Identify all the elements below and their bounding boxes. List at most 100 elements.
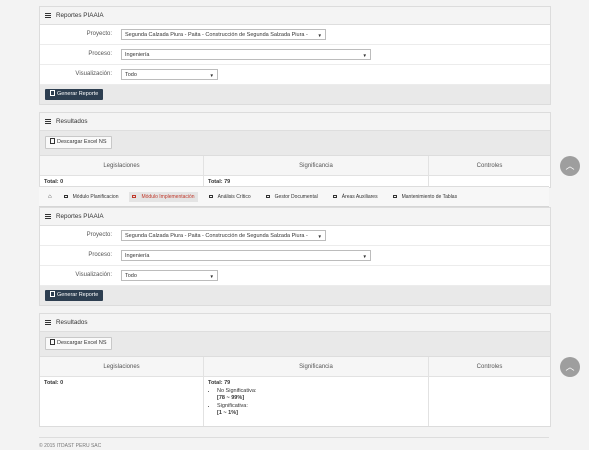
resultados-toolbar: Descargar Excel NS (40, 332, 550, 357)
column-header-significancia: Significancia (203, 357, 429, 377)
document-icon (50, 290, 55, 297)
controles-cell (429, 377, 551, 426)
chevron-up-icon: ︿ (565, 362, 575, 372)
panel-title: Resultados (56, 319, 88, 326)
resultados-panel: Resultados Descargar Excel NS Legislacio… (39, 313, 551, 427)
proceso-row: Proceso: Ingeniería ▼ (40, 45, 550, 65)
proyecto-row: Proyecto: Segunda Calzada Piura - Paita … (40, 226, 550, 246)
nav-item-implementacion[interactable]: Módulo Implementación (129, 191, 198, 202)
nav-item-gestor-documental[interactable]: Gestor Documental (265, 193, 318, 200)
results-table: Legislaciones Significancia Controles To… (40, 156, 550, 187)
descargar-excel-label: Descargar Excel NS (57, 139, 107, 145)
reportes-actions: Generar Reporte (40, 85, 550, 104)
proyecto-select[interactable]: Segunda Calzada Piura - Paita - Construc… (121, 230, 326, 241)
significance-list: No Significativa: (208, 388, 424, 394)
proyecto-select-value: Segunda Calzada Piura - Paita - Construc… (125, 32, 308, 38)
nav-item-label: Módulo Planificacion (72, 193, 119, 200)
proceso-select-value: Ingeniería (125, 52, 150, 58)
scroll-to-top-button[interactable]: ︿ (560, 357, 580, 377)
nav-item-label: Mantenimiento de Tablas (401, 193, 458, 200)
proyecto-row: Proyecto: Segunda Calzada Piura - Paita … (40, 25, 550, 45)
visualizacion-row: Visualización: Todo ▼ (40, 266, 550, 286)
generar-reporte-button[interactable]: Generar Reporte (45, 89, 104, 100)
top-navigation: ⌂ Módulo Planificacion Módulo Implementa… (39, 186, 549, 207)
proceso-select[interactable]: Ingeniería ▼ (121, 49, 371, 60)
nav-item-label: Análisis Crítico (217, 193, 251, 200)
module-icon (208, 195, 213, 198)
column-header-controles: Controles (428, 156, 550, 176)
chevron-up-icon: ︿ (565, 161, 575, 171)
visualizacion-select[interactable]: Todo ▼ (121, 69, 218, 80)
nav-item-mantenimiento[interactable]: Mantenimiento de Tablas (392, 193, 458, 200)
panel-title: Resultados (56, 118, 88, 125)
reportes-actions: Generar Reporte (40, 286, 550, 305)
document-icon (50, 89, 55, 96)
nav-item-label: Módulo Implementación (141, 193, 195, 200)
visualizacion-select-value: Todo (125, 72, 137, 78)
reportes-panel-upper: Reportes PIAAIA Proyecto: Segunda Calzad… (39, 6, 551, 105)
visualizacion-label: Visualización: (75, 272, 112, 278)
panel-title: Reportes PIAAIA (56, 213, 104, 220)
proceso-label: Proceso: (88, 51, 112, 57)
column-header-legislaciones: Legislaciones (40, 156, 204, 176)
total-significancia: Total: 79 (208, 380, 231, 386)
proyecto-select-value: Segunda Calzada Piura - Paita - Construc… (125, 233, 308, 239)
visualizacion-label: Visualización: (75, 71, 112, 77)
proceso-select[interactable]: Ingeniería ▼ (121, 250, 371, 261)
copyright-text: © 2015 ITDAST PERU SAC (39, 443, 102, 449)
descargar-excel-label: Descargar Excel NS (57, 340, 107, 346)
module-icon (392, 195, 397, 198)
list-icon (45, 213, 51, 220)
nav-item-planificacion[interactable]: Módulo Planificacion (63, 193, 119, 200)
module-icon (63, 195, 68, 198)
proyecto-label: Proyecto: (86, 232, 112, 238)
visualizacion-select[interactable]: Todo ▼ (121, 270, 218, 281)
resultados-panel-header: Resultados (40, 314, 550, 332)
descargar-excel-button[interactable]: Descargar Excel NS (45, 337, 112, 350)
descargar-excel-button[interactable]: Descargar Excel NS (45, 136, 112, 149)
list-icon (45, 319, 51, 326)
reportes-panel-header: Reportes PIAAIA (40, 7, 550, 25)
panel-title: Reportes PIAAIA (56, 12, 104, 19)
generar-reporte-label: Generar Reporte (57, 91, 99, 97)
proyecto-select[interactable]: Segunda Calzada Piura - Paita - Construc… (121, 29, 326, 40)
column-header-controles: Controles (428, 357, 550, 377)
nav-item-label: Gestor Documental (274, 193, 318, 200)
list-icon (45, 12, 51, 19)
proceso-select-value: Ingeniería (125, 253, 150, 259)
nav-item-analisis-critico[interactable]: Análisis Crítico (208, 193, 251, 200)
reportes-panel: Reportes PIAAIA Proyecto: Segunda Calzad… (39, 207, 551, 306)
column-header-significancia: Significancia (203, 156, 429, 176)
significance-list: Significativa: (208, 403, 424, 409)
proceso-row: Proceso: Ingeniería ▼ (40, 246, 550, 266)
document-icon (50, 137, 55, 144)
chevron-down-icon: ▼ (317, 33, 322, 38)
module-icon (265, 195, 270, 198)
visualizacion-select-value: Todo (125, 273, 137, 279)
proyecto-label: Proyecto: (86, 31, 112, 37)
generar-reporte-button[interactable]: Generar Reporte (45, 290, 104, 301)
document-icon (50, 338, 55, 345)
chevron-down-icon: ▼ (362, 53, 367, 58)
significancia-cell: Total: 79 No Significativa: [78 ~ 99%] S… (203, 376, 429, 426)
chevron-down-icon: ▼ (317, 234, 322, 239)
nav-item-label: Áreas Auxiliares (341, 193, 378, 200)
module-icon (332, 195, 337, 198)
results-table: Legislaciones Significancia Controles To… (40, 357, 550, 426)
significativa-range: [1 ~ 1%] (217, 410, 238, 416)
chevron-down-icon: ▼ (209, 274, 214, 279)
total-legislaciones: Total: 0 (40, 376, 204, 426)
significativa-label: Significativa: (217, 403, 424, 409)
resultados-toolbar: Descargar Excel NS (40, 131, 550, 156)
module-icon (132, 195, 137, 198)
nav-item-areas-auxiliares[interactable]: Áreas Auxiliares (332, 193, 378, 200)
footer-divider (39, 437, 549, 438)
no-significativa-range: [78 ~ 99%] (217, 395, 245, 401)
list-icon (45, 118, 51, 125)
chevron-down-icon: ▼ (209, 73, 214, 78)
generar-reporte-label: Generar Reporte (57, 292, 99, 298)
chevron-down-icon: ▼ (362, 254, 367, 259)
scroll-to-top-button[interactable]: ︿ (560, 156, 580, 176)
home-icon[interactable]: ⌂ (48, 194, 52, 200)
reportes-panel-header: Reportes PIAAIA (40, 208, 550, 226)
